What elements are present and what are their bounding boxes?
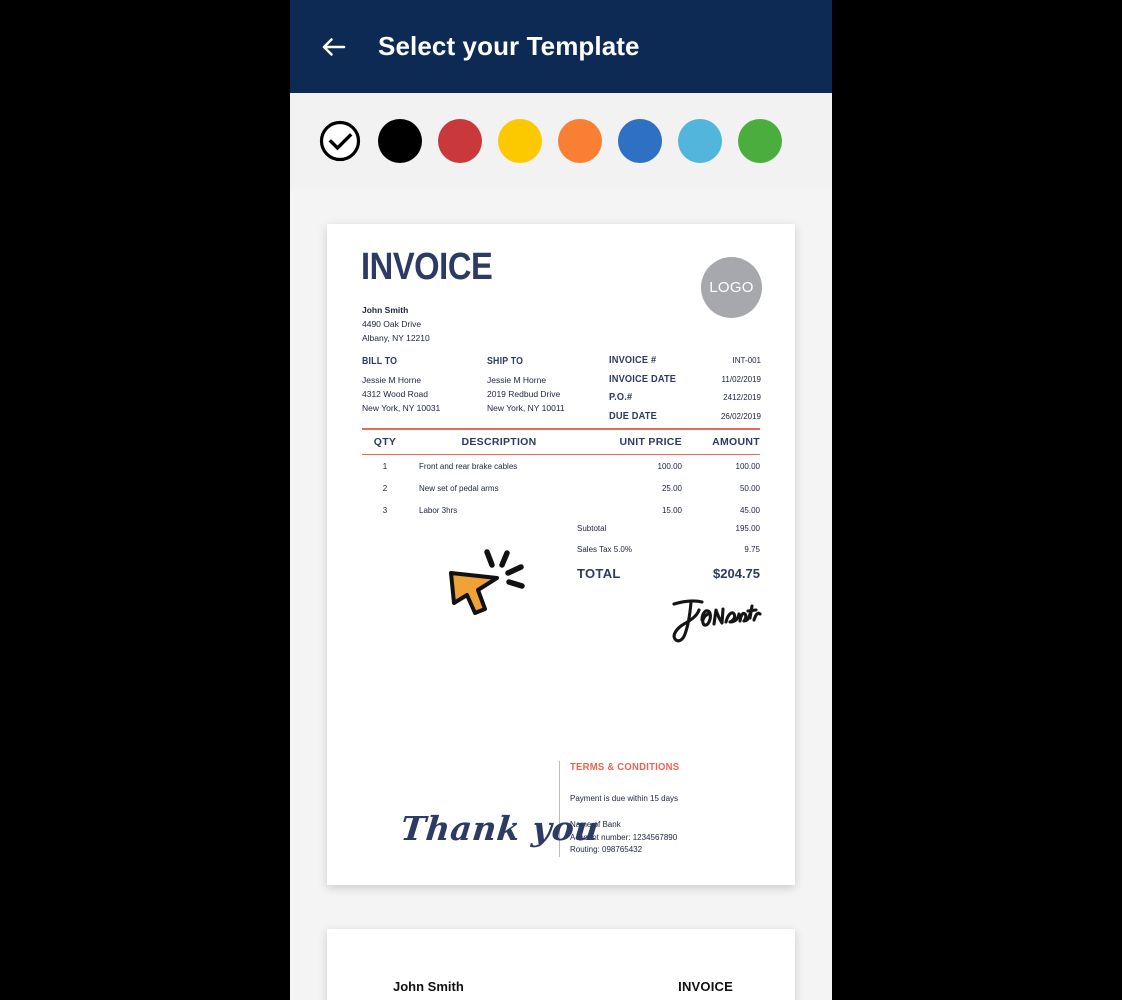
invoice-preview-1: INVOICE LOGO John Smith 4490 Oak Drive A… <box>327 224 795 885</box>
table-row: 1 Front and rear brake cables 100.00 100… <box>362 455 760 477</box>
meta-row: P.O.# 2412/2019 <box>609 391 761 403</box>
phone-screen: Select your Template INVOICE LOGO John S… <box>290 0 832 1000</box>
cell-description: Front and rear brake cables <box>419 462 518 471</box>
meta-value: 11/02/2019 <box>721 374 761 384</box>
click-cursor-icon <box>445 545 527 622</box>
bill-to-name: Jessie M Horne <box>362 375 422 386</box>
terms-payment: Payment is due within 15 days <box>570 794 679 803</box>
back-button[interactable] <box>303 16 365 78</box>
template-2-heading: INVOICE <box>678 979 733 994</box>
check-circle-icon <box>318 119 362 163</box>
back-arrow-icon <box>319 32 349 62</box>
meta-value: INT-001 <box>732 356 761 365</box>
meta-label: INVOICE # <box>609 354 657 366</box>
meta-row: DUE DATE 26/02/2019 <box>609 410 761 422</box>
grand-total-value: $204.75 <box>713 566 760 581</box>
swatch-green[interactable] <box>738 118 782 163</box>
meta-label: INVOICE DATE <box>609 372 677 385</box>
invoice-meta: INVOICE # INT-001 INVOICE DATE 11/02/201… <box>609 354 761 428</box>
tax-value: 9.75 <box>744 545 760 554</box>
template-list: INVOICE LOGO John Smith 4490 Oak Drive A… <box>290 188 832 1000</box>
template-card-2[interactable]: John Smith INVOICE <box>327 929 795 1000</box>
cell-unit-price: 15.00 <box>661 506 682 515</box>
ship-to-block: SHIP TO Jessie M Horne 2019 Redbud Drive… <box>487 354 565 415</box>
col-header-unit-price: UNIT PRICE <box>619 435 682 448</box>
bill-to-city: New York, NY 10031 <box>362 402 441 413</box>
tax-label: Sales Tax 5.0% <box>577 545 632 554</box>
terms-heading: TERMS & CONDITIONS <box>570 761 680 773</box>
cell-unit-price: 25.00 <box>661 484 682 493</box>
signature <box>666 594 762 651</box>
table-row: 2 New set of pedal arms 25.00 50.00 <box>362 477 760 499</box>
cell-amount: 45.00 <box>739 506 760 515</box>
swatch-black[interactable] <box>378 118 422 163</box>
meta-value: 26/02/2019 <box>720 411 761 421</box>
template-2-sender-name: John Smith <box>393 979 464 994</box>
bill-to-street: 4312 Wood Road <box>362 388 429 399</box>
cell-qty: 3 <box>382 506 388 515</box>
cell-qty: 1 <box>382 462 388 471</box>
grand-total-label: TOTAL <box>577 566 621 581</box>
meta-label: P.O.# <box>609 391 633 403</box>
cell-amount: 100.00 <box>735 462 760 471</box>
table-header-row: QTY DESCRIPTION UNIT PRICE AMOUNT <box>362 430 760 454</box>
line-items-table: QTY DESCRIPTION UNIT PRICE AMOUNT 1 Fron… <box>362 428 760 521</box>
totals-block: Subtotal 195.00 Sales Tax 5.0% 9.75 TOTA… <box>577 524 760 593</box>
ship-to-street: 2019 Redbud Drive <box>487 388 561 399</box>
totals-row: Subtotal 195.00 <box>577 524 760 533</box>
swatch-light-blue[interactable] <box>678 118 722 163</box>
col-header-description: DESCRIPTION <box>461 435 537 448</box>
meta-row: INVOICE DATE 11/02/2019 <box>609 373 761 385</box>
cell-unit-price: 100.00 <box>657 462 682 471</box>
logo-placeholder: LOGO <box>701 257 762 318</box>
page-title: Select your Template <box>378 31 640 61</box>
color-swatch-strip <box>290 93 832 188</box>
subtotal-value: 195.00 <box>735 524 760 533</box>
cell-amount: 50.00 <box>739 484 760 493</box>
bill-to-heading: BILL TO <box>362 356 398 367</box>
template-card-1[interactable]: INVOICE LOGO John Smith 4490 Oak Drive A… <box>327 224 795 885</box>
swatch-yellow[interactable] <box>498 118 542 163</box>
sender-block: John Smith 4490 Oak Drive Albany, NY 122… <box>362 304 430 345</box>
sender-city: Albany, NY 12210 <box>362 332 430 343</box>
meta-row: INVOICE # INT-001 <box>609 354 761 366</box>
sender-street: 4490 Oak Drive <box>362 318 422 329</box>
cell-description: Labor 3hrs <box>419 506 458 515</box>
thank-you-text: Thank you <box>398 809 602 848</box>
cell-qty: 2 <box>382 484 388 493</box>
swatch-orange[interactable] <box>558 118 602 163</box>
col-header-amount: AMOUNT <box>712 435 760 448</box>
app-bar: Select your Template <box>290 0 832 93</box>
bill-to-block: BILL TO Jessie M Horne 4312 Wood Road Ne… <box>362 354 440 415</box>
ship-to-name: Jessie M Horne <box>487 375 547 386</box>
swatch-red[interactable] <box>438 118 482 163</box>
swatch-selected-check[interactable] <box>318 118 362 163</box>
cell-description: New set of pedal arms <box>419 484 499 493</box>
swatch-blue[interactable] <box>618 118 662 163</box>
meta-value: 2412/2019 <box>723 393 761 402</box>
sender-name: John Smith <box>362 305 409 315</box>
invoice-heading: INVOICE <box>361 246 493 288</box>
meta-label: DUE DATE <box>609 409 657 422</box>
totals-row: Sales Tax 5.0% 9.75 <box>577 545 760 554</box>
col-header-qty: QTY <box>373 435 397 448</box>
grand-total-row: TOTAL $204.75 <box>577 566 760 581</box>
ship-to-city: New York, NY 10011 <box>487 402 565 413</box>
subtotal-label: Subtotal <box>577 524 607 533</box>
ship-to-heading: SHIP TO <box>487 356 524 367</box>
table-row: 3 Labor 3hrs 15.00 45.00 <box>362 499 760 521</box>
logo-text: LOGO <box>709 279 754 296</box>
